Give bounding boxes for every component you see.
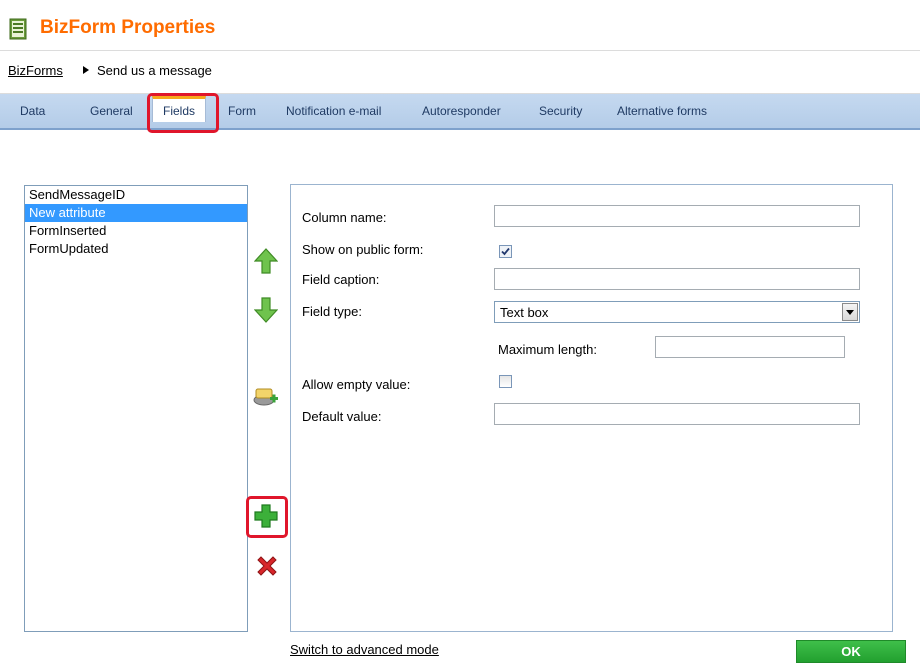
- new-category-icon[interactable]: [252, 383, 280, 409]
- column-name-input[interactable]: [494, 205, 860, 227]
- page-title: BizForm Properties: [40, 17, 216, 38]
- switch-to-advanced-mode-link[interactable]: Switch to advanced mode: [290, 642, 439, 657]
- delete-x-icon[interactable]: [255, 554, 279, 578]
- field-caption-input[interactable]: [494, 268, 860, 290]
- fields-tab-highlight: [147, 93, 219, 133]
- maximum-length-input[interactable]: [655, 336, 845, 358]
- chevron-down-icon[interactable]: [842, 303, 858, 321]
- list-item[interactable]: FormUpdated: [25, 240, 247, 258]
- tab-form[interactable]: Form: [228, 104, 256, 118]
- list-item-selected[interactable]: New attribute: [25, 204, 247, 222]
- list-item[interactable]: FormInserted: [25, 222, 247, 240]
- tab-security[interactable]: Security: [539, 104, 582, 118]
- tab-bar: Data General Fields Form Notification e-…: [0, 94, 920, 130]
- ok-button[interactable]: OK: [796, 640, 906, 663]
- breadcrumb: BizForms Send us a message: [0, 51, 920, 94]
- tab-autoresponder[interactable]: Autoresponder: [422, 104, 501, 118]
- show-on-public-form-checkbox[interactable]: [499, 245, 512, 258]
- tab-data[interactable]: Data: [20, 104, 45, 118]
- list-item[interactable]: SendMessageID: [25, 186, 247, 204]
- default-value-input[interactable]: [494, 403, 860, 425]
- column-name-label: Column name:: [302, 210, 387, 225]
- fields-listbox[interactable]: SendMessageID New attribute FormInserted…: [24, 185, 248, 632]
- field-type-label: Field type:: [302, 304, 362, 319]
- form-document-icon: [9, 18, 27, 40]
- breadcrumb-arrow-icon: [83, 66, 89, 74]
- add-button-highlight: [246, 496, 288, 538]
- field-type-select[interactable]: Text box: [494, 301, 860, 323]
- show-on-public-form-label: Show on public form:: [302, 242, 424, 257]
- field-caption-label: Field caption:: [302, 272, 380, 287]
- breadcrumb-bizforms-link[interactable]: BizForms: [8, 63, 63, 78]
- title-bar: BizForm Properties: [0, 0, 920, 51]
- tab-notification-email[interactable]: Notification e-mail: [286, 104, 381, 118]
- breadcrumb-current: Send us a message: [97, 63, 212, 78]
- maximum-length-label: Maximum length:: [498, 342, 597, 357]
- allow-empty-value-checkbox[interactable]: [499, 375, 512, 388]
- field-type-value: Text box: [500, 305, 549, 320]
- default-value-label: Default value:: [302, 409, 382, 424]
- tab-alternative-forms[interactable]: Alternative forms: [617, 104, 707, 118]
- allow-empty-value-label: Allow empty value:: [302, 377, 411, 392]
- arrow-up-icon[interactable]: [254, 248, 278, 274]
- arrow-down-icon[interactable]: [254, 297, 278, 323]
- tab-general[interactable]: General: [90, 104, 133, 118]
